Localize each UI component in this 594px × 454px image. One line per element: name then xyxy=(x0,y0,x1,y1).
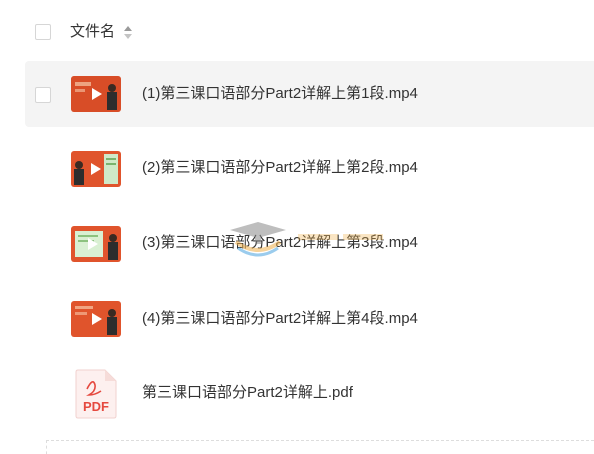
row-checkbox[interactable] xyxy=(35,87,51,103)
file-name[interactable]: 第三课口语部分Part2详解上.pdf xyxy=(142,383,353,403)
select-all-checkbox[interactable] xyxy=(35,24,51,40)
svg-text:PDF: PDF xyxy=(83,399,109,414)
file-name[interactable]: (2)第三课口语部分Part2详解上第2段.mp4 xyxy=(142,158,418,178)
file-row[interactable]: (4)第三课口语部分Part2详解上第4段.mp4 xyxy=(25,286,594,352)
column-header-filename[interactable]: 文件名 xyxy=(70,22,115,42)
file-row[interactable]: (1)第三课口语部分Part2详解上第1段.mp4 xyxy=(25,61,594,127)
video-thumbnail xyxy=(71,151,121,187)
file-list-header: 文件名 xyxy=(0,0,594,62)
file-row[interactable]: (2)第三课口语部分Part2详解上第2段.mp4 xyxy=(25,136,594,202)
watermark-logo-icon xyxy=(230,222,383,257)
pdf-icon: PDF xyxy=(75,369,117,419)
file-name[interactable]: (4)第三课口语部分Part2详解上第4段.mp4 xyxy=(142,309,418,329)
video-thumbnail xyxy=(71,226,121,262)
video-thumbnail xyxy=(71,76,121,112)
video-thumbnail xyxy=(71,301,121,337)
file-list-page: 文件名 (1)第三课口语部分Part2详解上第1段.mp4 (2)第三课口语部分… xyxy=(0,0,594,454)
file-row[interactable]: PDF 第三课口语部分Part2详解上.pdf xyxy=(25,360,594,426)
file-name[interactable]: (1)第三课口语部分Part2详解上第1段.mp4 xyxy=(142,84,418,104)
sort-icon[interactable] xyxy=(124,26,132,39)
upload-drop-area[interactable] xyxy=(46,440,594,454)
